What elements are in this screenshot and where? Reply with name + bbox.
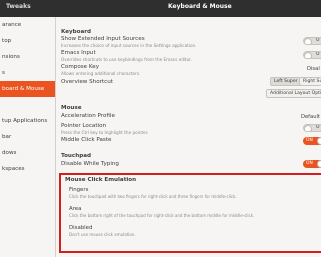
switch-state-text: O xyxy=(316,125,320,130)
app-title: Tweaks xyxy=(6,3,31,10)
pointer-location-desc: Press the Ctrl key to highlight the poin… xyxy=(61,130,149,135)
show-extended-switch[interactable]: O xyxy=(303,37,321,45)
sidebar-item-top-bar[interactable]: bar xyxy=(0,129,55,145)
sidebar-item-power[interactable] xyxy=(0,97,55,113)
acceleration-profile-select[interactable]: Default xyxy=(301,114,320,120)
switch-state-text: O xyxy=(316,52,320,57)
disable-while-typing-switch[interactable]: ON xyxy=(303,160,321,168)
switch-knob xyxy=(304,52,312,58)
show-extended-desc: Increases the choice of input sources in… xyxy=(61,43,197,48)
switch-knob xyxy=(317,160,321,168)
overview-shortcut-label: Overview Shortcut xyxy=(61,79,113,85)
switch-state-text: ON xyxy=(306,161,313,166)
middle-click-paste-label: Middle Click Paste xyxy=(61,137,112,143)
keyboard-section-title: Keyboard xyxy=(61,29,92,35)
touchpad-section-title: Touchpad xyxy=(61,153,91,159)
sidebar-item-keyboard-mouse[interactable]: board & Mouse xyxy=(0,81,55,97)
compose-key-label: Compose Key xyxy=(61,64,100,70)
compose-key-value[interactable]: Disal xyxy=(307,66,320,72)
sidebar-item-desktop[interactable]: top xyxy=(0,33,55,49)
emacs-input-desc: Overrides shortcuts to use keybindings f… xyxy=(61,57,192,62)
middle-click-paste-switch[interactable]: ON xyxy=(303,137,321,145)
title-bar: Tweaks Keyboard & Mouse xyxy=(0,0,321,17)
overview-left-super-button[interactable]: Left Super xyxy=(270,77,302,86)
compose-key-desc: Allows entering additional characters. xyxy=(61,71,141,76)
disable-while-typing-label: Disable While Typing xyxy=(61,161,119,167)
additional-layout-options-button[interactable]: Additional Layout Opti xyxy=(266,89,321,98)
show-extended-label: Show Extended Input Sources xyxy=(61,36,145,42)
mouse-section-title: Mouse xyxy=(61,105,82,111)
emulation-option-disabled[interactable]: Disabled xyxy=(69,225,92,231)
emulation-option-area[interactable]: Area xyxy=(69,206,81,212)
pointer-location-label: Pointer Location xyxy=(61,123,107,129)
emulation-fingers-desc: Click the touchpad with two fingers for … xyxy=(69,194,237,199)
acceleration-profile-label: Acceleration Profile xyxy=(61,113,115,119)
mouse-click-emulation-title: Mouse Click Emulation xyxy=(65,177,137,183)
sidebar-item-fonts[interactable]: s xyxy=(0,65,55,81)
sidebar-item-workspaces[interactable]: kspaces xyxy=(0,161,55,177)
switch-state-text: O xyxy=(316,38,320,43)
switch-knob xyxy=(304,38,312,44)
switch-knob xyxy=(317,137,321,145)
settings-pane: Keyboard Show Extended Input Sources Inc… xyxy=(57,17,321,257)
emacs-input-label: Emacs Input xyxy=(61,50,96,56)
pointer-location-switch[interactable]: O xyxy=(303,124,321,132)
overview-right-super-button[interactable]: Right Su xyxy=(299,77,321,86)
mouse-click-emulation-highlight: Mouse Click Emulation Fingers Click the … xyxy=(59,173,321,253)
emulation-option-fingers[interactable]: Fingers xyxy=(69,187,88,193)
sidebar-item-extensions[interactable]: nsions xyxy=(0,49,55,65)
sidebar: arance top nsions s board & Mouse tup Ap… xyxy=(0,17,56,257)
emacs-input-switch[interactable]: O xyxy=(303,51,321,59)
switch-state-text: ON xyxy=(306,138,313,143)
sidebar-item-appearance[interactable]: arance xyxy=(0,17,55,33)
sidebar-item-windows[interactable]: dows xyxy=(0,145,55,161)
emulation-disabled-desc: Don't use mouse click emulation. xyxy=(69,232,136,237)
page-title: Keyboard & Mouse xyxy=(168,3,232,10)
emulation-area-desc: Click the bottom right of the touchpad f… xyxy=(69,213,255,218)
switch-knob xyxy=(304,125,312,131)
sidebar-item-startup-applications[interactable]: tup Applications xyxy=(0,113,55,129)
